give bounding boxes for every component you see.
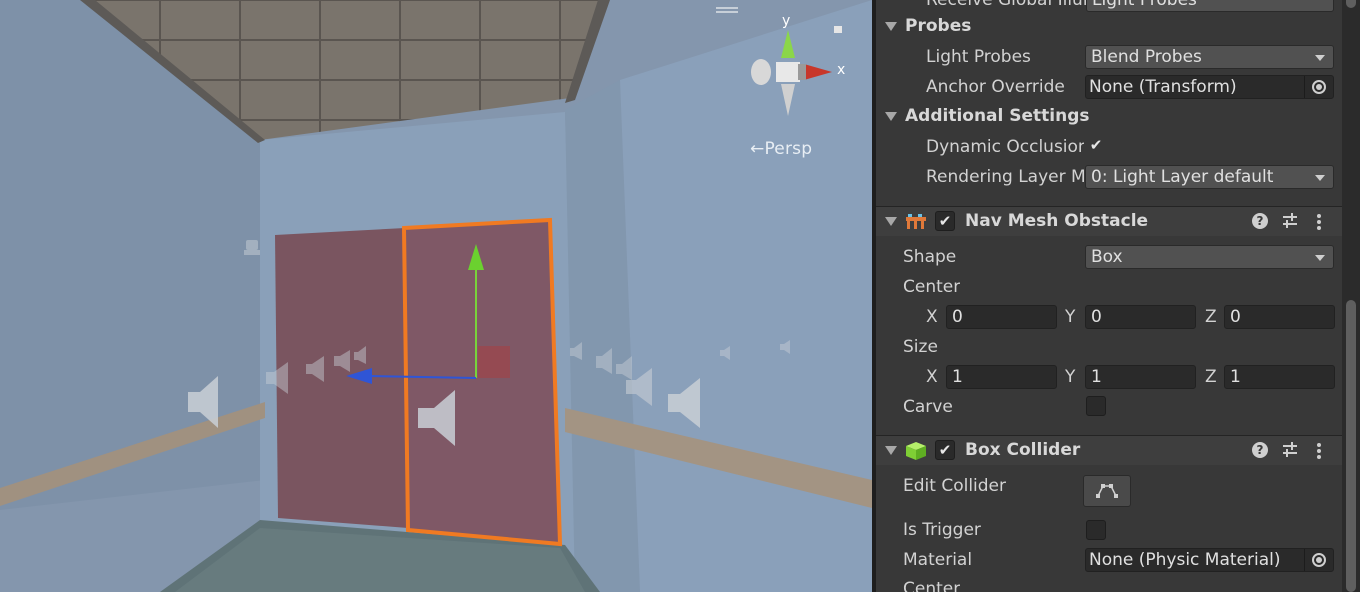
presets-icon[interactable] <box>1282 442 1298 458</box>
center-z-field[interactable]: 0 <box>1224 305 1335 329</box>
size-row: Size <box>876 333 1342 363</box>
shape-label: Shape <box>903 247 957 267</box>
axis-z-label: Z <box>1205 307 1217 327</box>
shape-dropdown[interactable]: Box <box>1085 245 1334 269</box>
axis-y-label: Y <box>1065 307 1076 327</box>
material-label: Material <box>903 550 973 570</box>
collapse-triangle-icon[interactable] <box>885 22 897 31</box>
anchor-override-field[interactable]: None (Transform) <box>1085 75 1334 99</box>
collapse-triangle-icon[interactable] <box>885 446 897 455</box>
edit-collider-button[interactable] <box>1083 475 1131 507</box>
center-vector-row: X 0 Y 0 Z 0 <box>876 303 1342 333</box>
additional-settings-foldout[interactable]: Additional Settings <box>876 103 1342 133</box>
additional-settings-title: Additional Settings <box>905 106 1090 126</box>
projection-toggle[interactable]: ←Persp <box>750 139 812 159</box>
shape-row: Shape Box <box>876 243 1342 273</box>
checkmark-icon: ✔ <box>938 212 952 230</box>
carve-label: Carve <box>903 397 953 417</box>
collider-center-label: Center <box>903 579 961 592</box>
rendering-layer-mask-dropdown[interactable]: 0: Light Layer default <box>1085 165 1334 189</box>
center-y-field[interactable]: 0 <box>1085 305 1196 329</box>
is-trigger-checkbox[interactable] <box>1086 520 1106 540</box>
box-collider-enabled-checkbox[interactable]: ✔ <box>935 440 955 460</box>
rendering-layer-mask-row: Rendering Layer Mask 0: Light Layer defa… <box>876 163 1342 193</box>
dynamic-occlusion-label: Dynamic Occlusion <box>926 137 1084 157</box>
size-vector-row: X 1 Y 1 Z 1 <box>876 363 1342 393</box>
light-probes-row: Light Probes Blend Probes <box>876 43 1342 73</box>
size-y-field[interactable]: 1 <box>1085 365 1196 389</box>
scene-render[interactable] <box>0 0 872 592</box>
collapse-triangle-icon[interactable] <box>885 217 897 226</box>
dynamic-occlusion-row: Dynamic Occlusion ✔ <box>876 133 1342 163</box>
gizmo-y-label: y <box>782 13 791 29</box>
probes-foldout[interactable]: Probes <box>876 13 1342 43</box>
size-label: Size <box>903 337 938 357</box>
nav-mesh-obstacle-title: Nav Mesh Obstacle <box>965 211 1149 231</box>
scrollbar-thumb[interactable] <box>1346 300 1356 592</box>
receive-gi-dropdown[interactable]: Light Probes <box>1086 0 1334 12</box>
presets-icon[interactable] <box>1282 213 1298 229</box>
navmesh-obstacle-icon <box>906 214 926 229</box>
probes-title: Probes <box>905 16 972 36</box>
size-z-field[interactable]: 1 <box>1224 365 1335 389</box>
inspector-panel: Receive Global Illumination Light Probes… <box>876 0 1342 592</box>
object-picker-icon[interactable] <box>1304 76 1333 98</box>
edit-collider-icon <box>1096 484 1118 498</box>
light-probes-dropdown[interactable]: Blend Probes <box>1085 45 1334 69</box>
size-x-field[interactable]: 1 <box>946 365 1057 389</box>
light-probes-label: Light Probes <box>926 47 1031 67</box>
collapse-triangle-icon[interactable] <box>885 112 897 121</box>
carve-row: Carve <box>876 393 1342 423</box>
help-icon[interactable]: ? <box>1252 213 1268 229</box>
edit-collider-row: Edit Collider <box>876 472 1342 508</box>
box-collider-icon <box>906 442 926 460</box>
receive-gi-label: Receive Global Illumination <box>926 0 1086 10</box>
axis-x-label: X <box>926 367 938 387</box>
chevron-down-icon <box>1315 175 1325 181</box>
box-collider-header[interactable]: ✔ Box Collider ? <box>876 435 1342 465</box>
checkmark-icon: ✔ <box>1089 136 1103 154</box>
chevron-down-icon <box>1315 55 1325 61</box>
dynamic-occlusion-checkbox[interactable]: ✔ <box>1086 136 1106 156</box>
object-picker-icon[interactable] <box>1304 549 1333 571</box>
chevron-down-icon <box>1315 255 1325 261</box>
rendering-layer-mask-label: Rendering Layer Mask <box>926 167 1084 187</box>
collider-center-row: Center <box>876 575 1342 592</box>
is-trigger-row: Is Trigger <box>876 516 1342 546</box>
edit-collider-label: Edit Collider <box>903 476 1007 496</box>
scene-view[interactable]: y x ←Persp <box>0 0 872 592</box>
is-trigger-label: Is Trigger <box>903 520 981 540</box>
nav-mesh-obstacle-enabled-checkbox[interactable]: ✔ <box>935 211 955 231</box>
axis-x-label: X <box>926 307 938 327</box>
inspector-scrollbar[interactable] <box>1342 0 1360 592</box>
anchor-override-label: Anchor Override <box>926 77 1065 97</box>
gizmo-x-label: x <box>837 62 846 78</box>
more-options-icon[interactable] <box>1316 213 1322 231</box>
carve-checkbox[interactable] <box>1086 396 1106 416</box>
box-collider-title: Box Collider <box>965 440 1081 460</box>
help-icon[interactable]: ? <box>1252 442 1268 458</box>
center-label: Center <box>903 277 961 297</box>
center-x-field[interactable]: 0 <box>946 305 1057 329</box>
material-row: Material None (Physic Material) <box>876 546 1342 576</box>
checkmark-icon: ✔ <box>938 441 952 459</box>
nav-mesh-obstacle-header[interactable]: ✔ Nav Mesh Obstacle ? <box>876 206 1342 236</box>
center-row: Center <box>876 273 1342 303</box>
scrollbar-top-cap <box>1346 0 1356 8</box>
material-field[interactable]: None (Physic Material) <box>1085 548 1334 572</box>
axis-z-label: Z <box>1205 367 1217 387</box>
axis-y-label: Y <box>1065 367 1076 387</box>
anchor-override-row: Anchor Override None (Transform) <box>876 73 1342 103</box>
more-options-icon[interactable] <box>1316 442 1322 460</box>
